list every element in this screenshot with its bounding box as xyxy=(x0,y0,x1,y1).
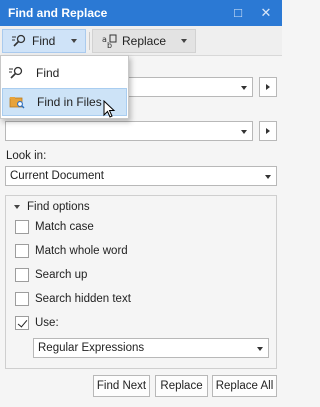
search-up-label: Search up xyxy=(35,269,88,281)
find-next-button[interactable]: Find Next xyxy=(93,375,150,397)
replace-with-options-button[interactable] xyxy=(259,121,277,141)
chevron-down-icon xyxy=(71,39,77,43)
use-mode-combo[interactable]: Regular Expressions xyxy=(33,338,269,358)
find-options-header[interactable]: Find options xyxy=(14,201,90,213)
collapse-icon xyxy=(14,205,20,209)
find-in-files-icon xyxy=(9,97,25,109)
chevron-down-icon xyxy=(181,39,187,43)
find-icon xyxy=(9,66,23,79)
search-hidden-text-checkbox[interactable] xyxy=(15,292,29,306)
search-hidden-text-label: Search hidden text xyxy=(35,293,131,305)
chevron-right-icon xyxy=(266,84,270,90)
use-label: Use: xyxy=(35,317,59,329)
use-option[interactable]: Use: xyxy=(15,316,59,330)
use-checkbox[interactable] xyxy=(15,316,29,330)
find-mode-button[interactable]: Find xyxy=(2,29,86,53)
match-whole-word-label: Match whole word xyxy=(35,245,128,257)
look-in-label: Look in: xyxy=(6,150,47,162)
close-icon[interactable]: ✕ xyxy=(256,3,276,23)
chevron-down-icon xyxy=(265,175,271,179)
window-title: Find and Replace xyxy=(8,6,108,20)
toolbar: Find a b Replace xyxy=(0,26,282,56)
search-up-checkbox[interactable] xyxy=(15,268,29,282)
find-options-group: Find options Match case Match whole word… xyxy=(5,195,277,369)
look-in-value: Current Document xyxy=(10,170,104,182)
match-case-checkbox[interactable] xyxy=(15,220,29,234)
replace-icon: a b xyxy=(102,34,117,49)
find-icon xyxy=(12,34,26,47)
match-case-option[interactable]: Match case xyxy=(15,220,94,234)
find-mode-label: Find xyxy=(32,34,56,48)
menu-item-find-label: Find xyxy=(36,66,60,80)
mouse-cursor-icon xyxy=(103,100,116,118)
chevron-right-icon xyxy=(266,128,270,134)
replace-with-combo[interactable] xyxy=(5,121,253,141)
use-mode-value: Regular Expressions xyxy=(38,342,145,354)
replace-button[interactable]: Replace xyxy=(155,375,208,397)
find-what-options-button[interactable] xyxy=(259,77,277,97)
replace-mode-label: Replace xyxy=(122,34,167,48)
toolbar-divider xyxy=(89,32,90,50)
title-bar: Find and Replace □ ✕ xyxy=(0,0,282,26)
replace-all-button[interactable]: Replace All xyxy=(212,375,277,397)
restore-icon[interactable]: □ xyxy=(228,3,248,23)
chevron-down-icon xyxy=(241,130,247,134)
chevron-down-icon xyxy=(241,86,247,90)
look-in-combo[interactable]: Current Document xyxy=(5,166,277,186)
find-options-title: Find options xyxy=(27,201,90,213)
match-case-label: Match case xyxy=(35,221,94,233)
menu-item-find-in-files-label: Find in Files xyxy=(37,95,102,109)
search-hidden-text-option[interactable]: Search hidden text xyxy=(15,292,131,306)
menu-item-find[interactable]: Find xyxy=(2,59,127,87)
chevron-down-icon xyxy=(257,347,263,351)
match-whole-word-checkbox[interactable] xyxy=(15,244,29,258)
match-whole-word-option[interactable]: Match whole word xyxy=(15,244,128,258)
search-up-option[interactable]: Search up xyxy=(15,268,87,282)
replace-mode-button[interactable]: a b Replace xyxy=(92,29,196,53)
